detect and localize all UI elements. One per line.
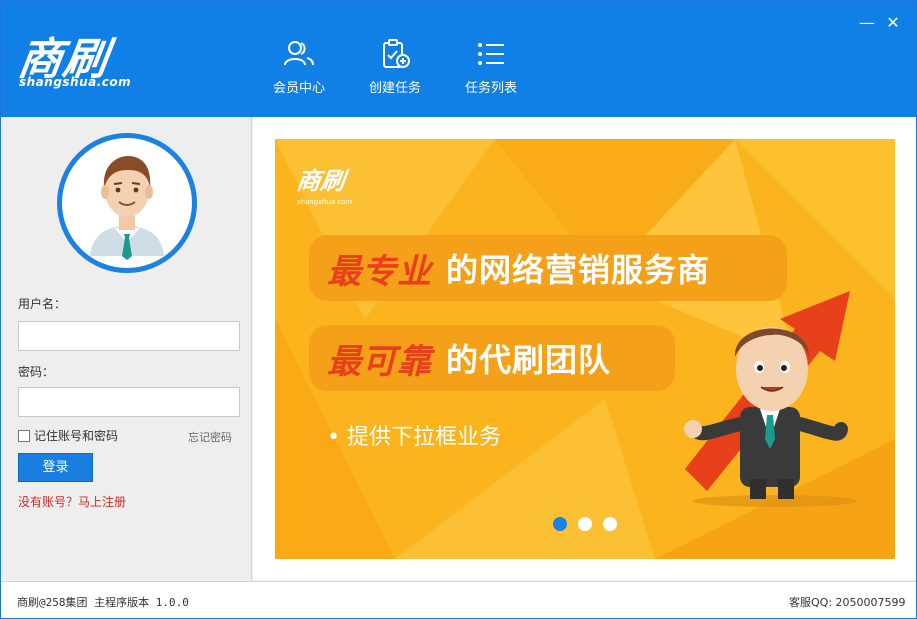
promo-banner[interactable]: 商刷 shangshua.com 最专业 的网络营销服务商 最可靠 的代刷团队 … [275, 139, 895, 559]
remember-checkbox[interactable] [18, 429, 30, 442]
users-icon [284, 41, 314, 66]
user-avatar-icon [90, 156, 164, 260]
username-input[interactable] [18, 321, 240, 351]
banner-logo: 商刷 shangshua.com [294, 161, 353, 206]
slogan-1-text: 的网络营销服务商 [446, 251, 711, 289]
remember-me[interactable]: 记住账号和密码 [18, 427, 118, 444]
clipboard-add-icon [383, 39, 410, 68]
slogan-line-1: 最专业 的网络营销服务商 [309, 235, 787, 301]
carousel-dots [553, 517, 628, 531]
minimize-button[interactable]: — [857, 13, 877, 33]
forgot-password-link[interactable]: 忘记密码 [188, 429, 232, 445]
banner-logo-main: 商刷 [294, 167, 347, 195]
main-nav: 会员中心 创建任务 任务列表 [251, 39, 539, 103]
avatar [57, 133, 197, 273]
carousel-dot-2[interactable] [578, 517, 592, 531]
nav-create-task[interactable]: 创建任务 [347, 39, 443, 103]
remember-label: 记住账号和密码 [34, 429, 119, 443]
password-input[interactable] [18, 387, 240, 417]
app-logo: 商刷 shangshua.com [15, 23, 147, 93]
register-link[interactable]: 没有账号？马上注册 [18, 493, 126, 510]
login-button[interactable]: 登录 [18, 453, 93, 482]
version-info: 商刷@258集团 主程序版本 1.0.0 [17, 596, 189, 609]
app-window: 商刷 shangshua.com 会员中心 创建任务 任务列表 — ✕ 用户名：… [0, 0, 917, 619]
logo-sub-text: shangshua.com [19, 75, 132, 89]
nav-label: 任务列表 [464, 81, 517, 96]
slogan-2-highlight: 最可靠 [327, 341, 432, 382]
nav-task-list[interactable]: 任务列表 [443, 39, 539, 103]
header-bar: 商刷 shangshua.com 会员中心 创建任务 任务列表 — ✕ [1, 1, 916, 117]
status-bar: 商刷@258集团 主程序版本 1.0.0 客服QQ: 2050007599 [1, 581, 916, 618]
main-panel: 商刷 shangshua.com 最专业 的网络营销服务商 最可靠 的代刷团队 … [253, 117, 916, 580]
carousel-dot-3[interactable] [603, 517, 617, 531]
banner-bullet-text: • 提供下拉框业务 [327, 425, 501, 450]
nav-label: 创建任务 [368, 81, 421, 96]
slogan-1-highlight: 最专业 [327, 251, 432, 292]
slogan-line-2: 最可靠 的代刷团队 [309, 325, 675, 391]
nav-label: 会员中心 [272, 81, 325, 96]
slogan-2-text: 的代刷团队 [446, 341, 612, 379]
username-label: 用户名： [18, 297, 67, 311]
password-label: 密码： [18, 365, 55, 379]
login-panel: 用户名： 密码： 记住账号和密码 忘记密码 登录 没有账号？马上注册 [1, 117, 252, 580]
carousel-dot-1[interactable] [553, 517, 567, 531]
banner-logo-sub: shangshua.com [297, 198, 353, 206]
close-button[interactable]: ✕ [883, 13, 903, 33]
nav-member-center[interactable]: 会员中心 [251, 39, 347, 103]
list-icon [478, 43, 504, 65]
support-qq: 客服QQ: 2050007599 [789, 596, 906, 609]
